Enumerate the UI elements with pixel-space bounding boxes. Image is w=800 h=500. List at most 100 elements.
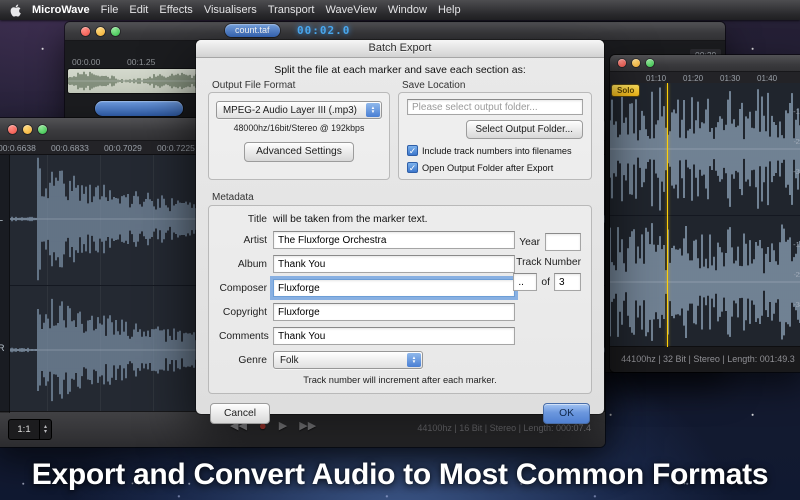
menu-item-edit[interactable]: Edit xyxy=(129,4,148,16)
title-label: Title xyxy=(219,214,267,225)
right-editor-titlebar[interactable] xyxy=(610,55,800,72)
increment-note: Track number will increment after each m… xyxy=(219,375,581,385)
minimize-button[interactable] xyxy=(96,27,105,36)
year-label: Year xyxy=(519,237,540,248)
zoom-button[interactable] xyxy=(111,27,120,36)
album-field[interactable] xyxy=(273,255,515,273)
position-indicator[interactable] xyxy=(95,101,183,116)
select-output-folder-button[interactable]: Select Output Folder... xyxy=(466,120,583,139)
ruler-label: 01:30 xyxy=(720,74,740,83)
channel-label-right: R xyxy=(0,343,5,353)
composer-label: Composer xyxy=(219,283,267,294)
save-location-group: Save Location Select Output Folder... In… xyxy=(398,80,592,180)
menu-item-effects[interactable]: Effects xyxy=(159,4,192,16)
stepper-arrows-icon[interactable] xyxy=(39,420,51,439)
comments-field[interactable] xyxy=(273,327,515,345)
ruler-label: 01:40 xyxy=(757,74,777,83)
genre-dropdown[interactable]: Folk xyxy=(273,351,423,369)
year-field[interactable] xyxy=(545,233,581,251)
batch-export-dialog: Batch Export Split the file at each mark… xyxy=(196,40,604,414)
ruler-label: 00:1.25 xyxy=(127,57,155,67)
track-of-label: of xyxy=(541,277,550,288)
track-current-field[interactable] xyxy=(513,273,537,291)
desktop: MicroWave File Edit Effects Visualisers … xyxy=(0,0,800,500)
ruler-label: 00:0.7029 xyxy=(104,143,142,153)
apple-menu-icon[interactable] xyxy=(10,4,21,17)
dialog-header-text: Split the file at each marker and save e… xyxy=(196,64,604,76)
ruler-label: 00:0.00 xyxy=(72,57,100,67)
menu-item-help[interactable]: Help xyxy=(438,4,461,16)
menu-item-visualisers[interactable]: Visualisers xyxy=(204,4,257,16)
playhead-marker[interactable] xyxy=(667,83,668,347)
ruler-label: 00:0.6833 xyxy=(51,143,89,153)
timecode-display: 00:02.0 xyxy=(297,24,350,37)
cancel-button[interactable]: Cancel xyxy=(210,403,270,424)
menu-item-waveview[interactable]: WaveView xyxy=(325,4,376,16)
metadata-group: Metadata Title will be taken from the ma… xyxy=(208,187,592,394)
channel-gutter: L R xyxy=(0,155,10,413)
artist-label: Artist xyxy=(219,235,267,246)
track-total-field[interactable] xyxy=(554,273,581,291)
format-dropdown[interactable]: MPEG-2 Audio Layer III (.mp3) xyxy=(216,101,382,119)
menu-item-transport[interactable]: Transport xyxy=(268,4,315,16)
close-button[interactable] xyxy=(618,59,626,67)
album-label: Album xyxy=(219,259,267,270)
waveform-view[interactable]: Solo -10 -20 -30 -10 -20 -30 xyxy=(610,83,800,347)
count-taf-titlebar[interactable]: count.taf 00:02.0 xyxy=(65,22,725,41)
zoom-button[interactable] xyxy=(38,125,47,134)
ok-button[interactable]: OK xyxy=(543,403,590,424)
db-scale-label: -20 xyxy=(793,270,800,279)
dialog-titlebar[interactable]: Batch Export xyxy=(196,40,604,58)
checkbox-checked-icon[interactable] xyxy=(407,162,418,173)
zoom-control[interactable]: 1:1 xyxy=(8,419,52,440)
db-scale-label: -20 xyxy=(793,137,800,146)
db-scale-label: -30 xyxy=(793,167,800,176)
output-format-group: Output File Format MPEG-2 Audio Layer II… xyxy=(208,80,390,180)
menu-item-file[interactable]: File xyxy=(101,4,119,16)
ruler-label: 00:0.6638 xyxy=(0,143,36,153)
channel-label-left: L xyxy=(0,213,3,223)
waveform-channel-right[interactable]: -10 -20 -30 xyxy=(610,215,800,347)
db-scale-label: -10 xyxy=(793,240,800,249)
status-text: 44100hz | 16 Bit | Stereo | Length: 000:… xyxy=(417,423,591,433)
open-output-folder-checkbox[interactable]: Open Output Folder after Export xyxy=(407,162,583,173)
zoom-button[interactable] xyxy=(646,59,654,67)
marketing-caption: Export and Convert Audio to Most Common … xyxy=(0,458,800,492)
composer-field[interactable] xyxy=(273,279,515,297)
popup-arrows-icon xyxy=(366,103,380,117)
document-title-badge: count.taf xyxy=(225,24,280,37)
menu-item-app[interactable]: MicroWave xyxy=(32,4,90,16)
window-right-editor: 01:10 01:20 01:30 01:40 Solo -10 -20 -30… xyxy=(610,55,800,372)
format-details-text: 48000hz/16bit/Stereo @ 192kbps xyxy=(234,123,365,133)
ruler-label: 01:20 xyxy=(683,74,703,83)
db-scale-label: -30 xyxy=(793,300,800,309)
genre-dropdown-value: Folk xyxy=(280,355,299,366)
group-label: Save Location xyxy=(402,80,592,91)
menu-bar: MicroWave File Edit Effects Visualisers … xyxy=(0,0,800,20)
solo-badge[interactable]: Solo xyxy=(612,85,639,96)
popup-arrows-icon xyxy=(407,353,421,367)
title-note: will be taken from the marker text. xyxy=(273,213,428,225)
advanced-settings-button[interactable]: Advanced Settings xyxy=(244,142,354,162)
ruler-label: 00:0.7225 xyxy=(157,143,195,153)
group-label: Output File Format xyxy=(212,80,390,91)
copyright-field[interactable] xyxy=(273,303,515,321)
menu-item-window[interactable]: Window xyxy=(388,4,427,16)
minimize-button[interactable] xyxy=(23,125,32,134)
copyright-label: Copyright xyxy=(219,307,267,318)
artist-field[interactable] xyxy=(273,231,515,249)
format-dropdown-value: MPEG-2 Audio Layer III (.mp3) xyxy=(223,105,357,116)
waveform-channel-left[interactable]: -10 -20 -30 xyxy=(610,83,800,215)
checkbox-label: Open Output Folder after Export xyxy=(422,163,553,173)
comments-label: Comments xyxy=(219,331,267,342)
status-text: 44100hz | 32 Bit | Stereo | Length: 001:… xyxy=(610,346,800,372)
close-button[interactable] xyxy=(81,27,90,36)
group-label: Metadata xyxy=(212,192,254,203)
output-folder-field[interactable] xyxy=(407,99,583,115)
checkbox-label: Include track numbers into filenames xyxy=(422,146,572,156)
minimize-button[interactable] xyxy=(632,59,640,67)
include-track-numbers-checkbox[interactable]: Include track numbers into filenames xyxy=(407,145,583,156)
db-scale-label: -10 xyxy=(793,107,800,116)
checkbox-checked-icon[interactable] xyxy=(407,145,418,156)
close-button[interactable] xyxy=(8,125,17,134)
